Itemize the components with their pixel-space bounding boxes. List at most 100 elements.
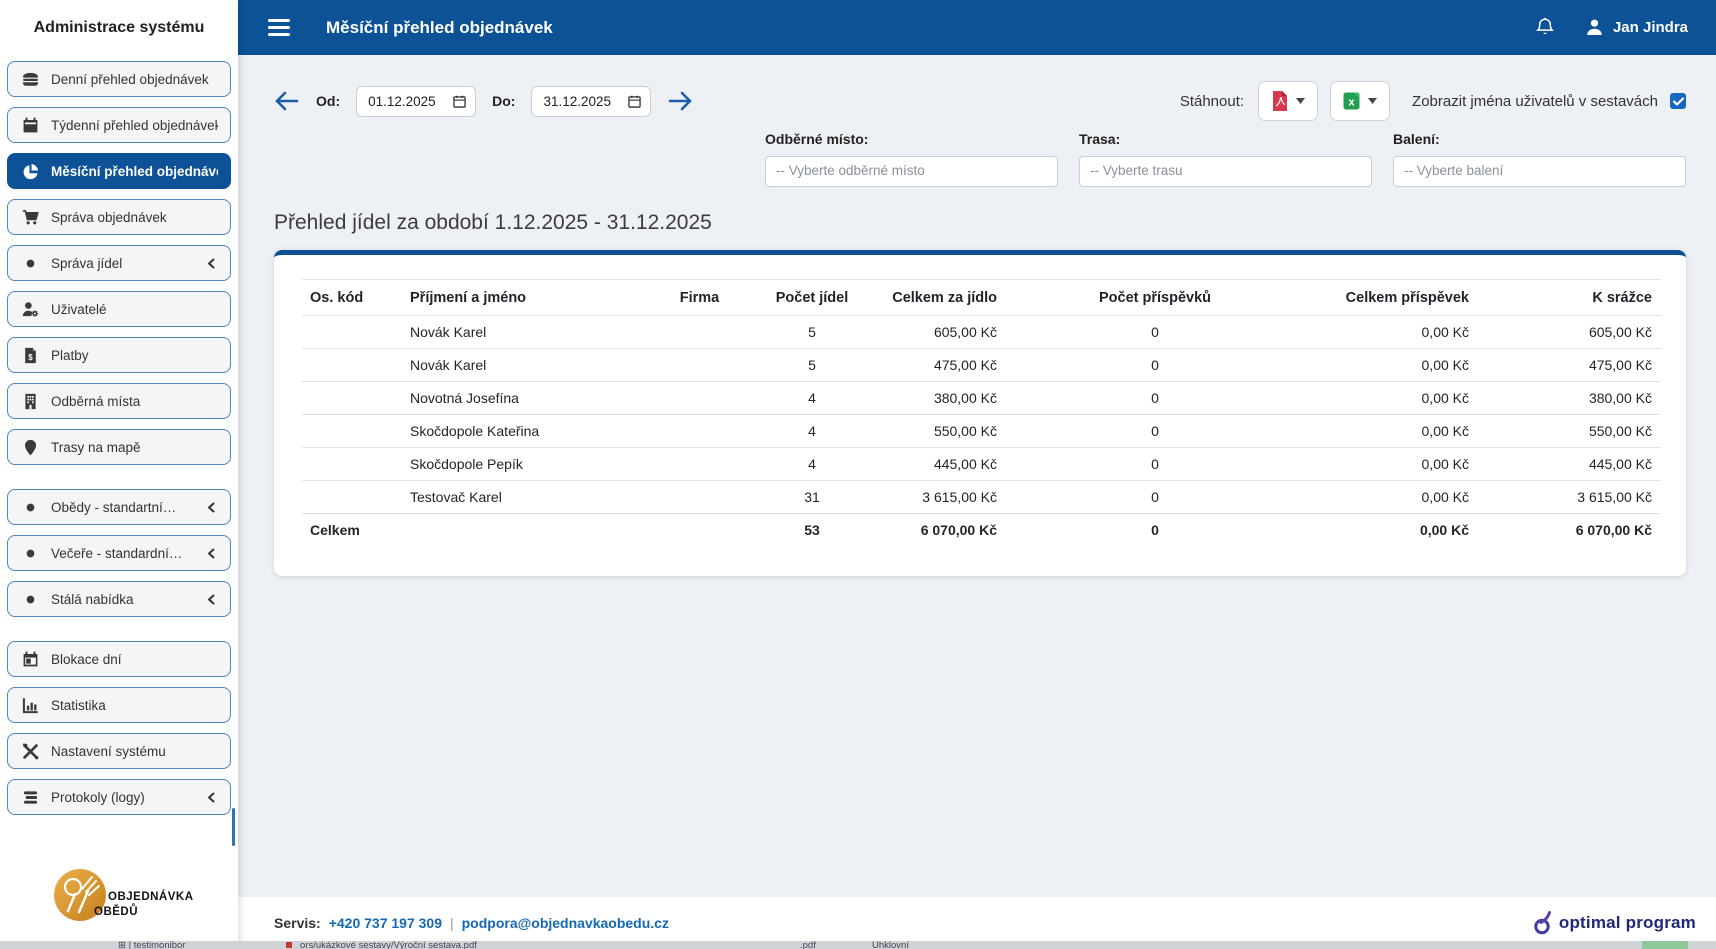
footer-separator: | — [449, 915, 454, 931]
report-title: Přehled jídel za období 1.12.2025 - 31.1… — [274, 211, 712, 234]
sidebar-item-sprava-objednavek[interactable]: Správa objednávek — [7, 199, 231, 235]
caret-down-icon — [1368, 98, 1378, 104]
chevron-left-icon — [206, 258, 218, 269]
next-period-arrow[interactable] — [667, 90, 693, 112]
support-phone-link[interactable]: +420 737 197 309 — [329, 915, 442, 931]
user-gear-icon — [21, 300, 39, 318]
show-names-label: Zobrazit jména uživatelů v sestavách — [1412, 92, 1658, 110]
cell — [302, 415, 402, 448]
bullet-icon — [21, 498, 39, 516]
cell: 5 — [808, 357, 816, 373]
cell: Novák Karel — [410, 324, 487, 340]
sidebar-item-nastaveni-systemu[interactable]: Nastavení systému — [7, 733, 231, 769]
column-header-celkem-za-jidlo: Celkem za jídlo — [892, 290, 997, 306]
logs-icon — [21, 788, 39, 806]
column-header-firma: Firma — [679, 290, 720, 306]
calendar-picker-icon — [628, 95, 642, 108]
sidebar-item-label: Správa jídel — [51, 255, 123, 271]
servis-label: Servis: — [274, 915, 321, 931]
sidebar-item-denni-prehled-objednavek[interactable]: Denní přehled objednávek — [7, 61, 231, 97]
bell-icon[interactable] — [1535, 17, 1555, 38]
filter-odberne-misto: Odběrné místo: -- Vyberte odběrné místo — [765, 131, 1058, 187]
top-navbar: Měsíční přehled objednávek Jan Jindra — [238, 0, 1716, 55]
cell — [637, 316, 762, 349]
sidebar-item-blokace-dni[interactable]: Blokace dní — [7, 641, 231, 677]
sidebar-item-odberna-mista[interactable]: Odběrná místa — [7, 383, 231, 419]
bullet-icon — [21, 590, 39, 608]
sidebar-item-trasy-na-mape[interactable]: Trasy na mapě — [7, 429, 231, 465]
cell — [637, 349, 762, 382]
report-table: Os. kód Příjmení a jméno Firma Počet jídel C… — [302, 279, 1660, 546]
sidebar-item-obedy-standartni[interactable]: Obědy - standartní… — [7, 489, 231, 525]
cell: 0,00 Kč — [1421, 456, 1469, 472]
chevron-left-icon — [206, 792, 218, 803]
sidebar-item-uzivatele[interactable]: Uživatelé — [7, 291, 231, 327]
sidebar: Administrace systému Denní přehled objed… — [0, 0, 238, 949]
logo-text-line1: OBJEDNÁVKA — [108, 890, 194, 903]
menu-toggle-icon[interactable] — [268, 19, 290, 36]
column-header-os-kod: Os. kód — [310, 290, 364, 306]
sidebar-item-mesicni-prehled-objednavek[interactable]: Měsíční přehled objednávek — [7, 153, 231, 189]
download-pdf-button[interactable] — [1258, 81, 1319, 121]
filter-select-odberne-misto[interactable]: -- Vyberte odběrné místo — [765, 156, 1058, 187]
previous-period-arrow[interactable] — [274, 90, 300, 112]
cell: 475,00 Kč — [1588, 357, 1652, 373]
sidebar-nav: Denní přehled objednávek Týdenní přehled … — [0, 61, 238, 825]
sidebar-item-vecere-standardni[interactable]: Večeře - standardní… — [7, 535, 231, 571]
burger-icon — [21, 70, 39, 88]
chevron-left-icon — [206, 594, 218, 605]
cell — [302, 349, 402, 382]
show-names-checkbox[interactable] — [1670, 93, 1686, 109]
sidebar-scrollbar-thumb[interactable] — [232, 808, 235, 846]
cell — [637, 448, 762, 481]
sidebar-item-protokoly-logy[interactable]: Protokoly (logy) — [7, 779, 231, 815]
cell: 475,00 Kč — [933, 357, 997, 373]
cell: 0 — [1151, 324, 1159, 340]
date-to-input[interactable]: 31.12.2025 — [531, 85, 652, 117]
chevron-left-icon — [206, 502, 218, 513]
user-icon — [1587, 19, 1602, 35]
support-email-link[interactable]: podpora@objednavkaobedu.cz — [462, 915, 669, 931]
sidebar-item-statistika[interactable]: Statistika — [7, 687, 231, 723]
sidebar-item-platby[interactable]: $ Platby — [7, 337, 231, 373]
download-excel-button[interactable]: x — [1330, 81, 1391, 121]
cell: 0 — [1151, 522, 1159, 538]
sidebar-item-tydenni-prehled-objednavek[interactable]: Týdenní přehled objednávek — [7, 107, 231, 143]
download-controls: Stáhnout: x Zobrazit jména uživatelů v s… — [1180, 81, 1686, 121]
sidebar-item-label: Protokoly (logy) — [51, 789, 145, 805]
content: Od: 01.12.2025 Do: 31.12.2025 Stáhnout: … — [238, 55, 1716, 949]
column-header-prijmeni-a-jmeno: Příjmení a jméno — [410, 290, 527, 306]
date-from-label: Od: — [316, 93, 341, 109]
cell — [302, 382, 402, 415]
filter-trasa: Trasa: -- Vyberte trasu — [1079, 131, 1372, 187]
table-row: Novák Karel 5 605,00 Kč 0 0,00 Kč 605,00 Kč — [302, 315, 1660, 349]
date-from-input[interactable]: 01.12.2025 — [356, 85, 477, 117]
sidebar-item-label: Statistika — [51, 697, 106, 713]
filter-label: Trasa: — [1079, 131, 1121, 147]
user-menu[interactable]: Jan Jindra — [1585, 18, 1688, 37]
main-area: Měsíční přehled objednávek Jan Jindra Od… — [238, 0, 1716, 949]
cell: 0,00 Kč — [1421, 357, 1469, 373]
cell: 4 — [808, 423, 816, 439]
optimal-program-icon — [1534, 911, 1551, 935]
cell: 6 070,00 Kč — [920, 522, 997, 538]
filter-select-baleni[interactable]: -- Vyberte balení — [1393, 156, 1686, 187]
sidebar-item-sprava-jidel[interactable]: Správa jídel — [7, 245, 231, 281]
filters-row: Odběrné místo: -- Vyberte odběrné místo Tr… — [274, 131, 1686, 187]
logo-text-line2: OBĚDŮ — [94, 906, 139, 919]
cell: 0,00 Kč — [1421, 489, 1469, 505]
filter-select-trasa[interactable]: -- Vyberte trasu — [1079, 156, 1372, 187]
page-title: Měsíční přehled objednávek — [326, 17, 553, 37]
sidebar-item-stala-nabidka[interactable]: Stálá nabídka — [7, 581, 231, 617]
sidebar-item-label: Měsíční přehled objednávek — [51, 163, 218, 179]
sidebar-item-label: Blokace dní — [51, 651, 122, 667]
background-text-fragment: .pdf — [800, 941, 816, 949]
background-text-fragment: ors/ukázkové sestavy/Výroční sestava.pdf — [300, 941, 477, 949]
date-to-value: 31.12.2025 — [543, 93, 612, 109]
cell — [302, 481, 402, 514]
cell: 3 615,00 Kč — [922, 489, 997, 505]
sidebar-item-label: Odběrná místa — [51, 393, 141, 409]
cell: 31 — [804, 489, 820, 505]
cell: 4 — [808, 390, 816, 406]
building-icon — [21, 392, 39, 410]
